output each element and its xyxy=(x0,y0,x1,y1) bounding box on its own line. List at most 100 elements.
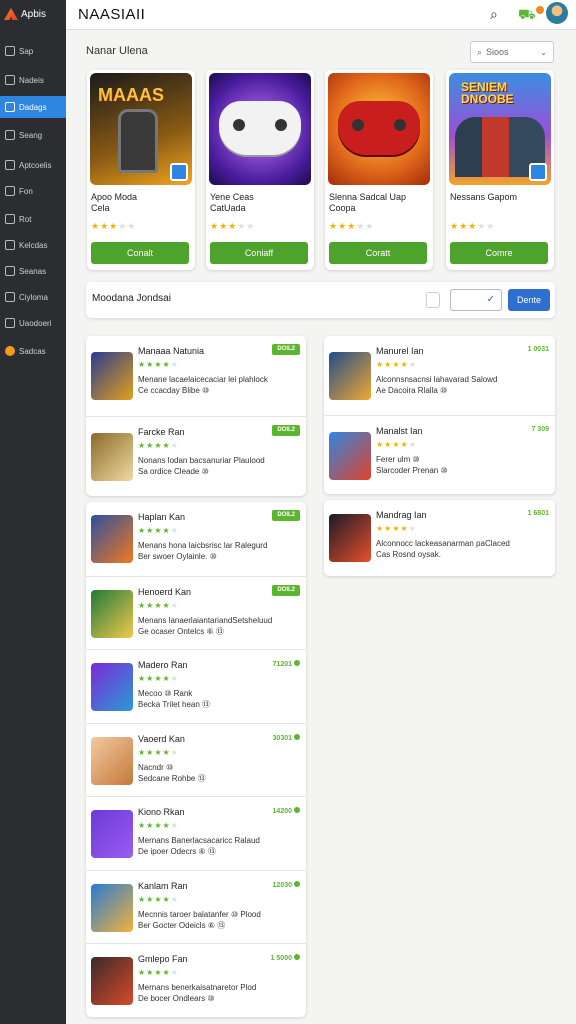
warrior-figure xyxy=(118,109,158,173)
list-item[interactable]: Vaoerd Kan ★★★★★ Nacndr ⑩ Sedcane Rohbe ⑬ 3… xyxy=(86,722,306,797)
game-thumbnail xyxy=(91,515,133,563)
status-dot-icon xyxy=(294,880,300,887)
sidebar-item[interactable]: Seanas xyxy=(0,260,66,282)
external-link-icon[interactable] xyxy=(170,163,188,181)
game-name: Farcke Ran xyxy=(138,427,185,437)
status-dot-icon xyxy=(294,660,300,666)
home-icon xyxy=(5,46,15,56)
featured-section-title: Nanar Ulena xyxy=(86,45,148,57)
featured-card[interactable]: Slenna Sadcal Uap Coopa ★★★★★ Coratt xyxy=(325,70,433,270)
list-item[interactable]: Madero Ran ★★★★★ Mecoo ⑩ Rank Becka Trilet… xyxy=(86,649,306,723)
rating-stars: ★★★★★ xyxy=(138,821,179,830)
sort-select[interactable]: ⌕ Sioos ⌄ xyxy=(470,41,554,63)
list-item[interactable]: Mandrag Ian ★★★★★ Alconnocc lackeasanarman… xyxy=(324,500,555,576)
box-icon xyxy=(5,318,15,328)
game-description: Mecnnis taroer balatanfer ⑩ Plood Ber Go… xyxy=(138,909,261,930)
game-name: Gmlepo Fan xyxy=(138,954,188,964)
list-item[interactable]: Haplan Kan ★★★★★ Menans hona laicbsrisc la… xyxy=(86,502,306,576)
sidebar-item[interactable]: Uaodoeri xyxy=(0,312,66,334)
score-value: 12030 xyxy=(272,880,300,889)
score-value: 7 309 xyxy=(531,426,549,433)
list-item[interactable]: Gmlepo Fan ★★★★★ Mernans benerkaisatnareto… xyxy=(86,943,306,1017)
game-description: Alconnocc lackeasanarman paClaced Cas Ro… xyxy=(376,539,510,559)
score-value: 71201 xyxy=(273,660,300,668)
search-icon[interactable]: ⌕ xyxy=(490,6,498,23)
featured-card-image: SENIEM DNOOBE xyxy=(449,73,551,185)
featured-card-button[interactable]: Comre xyxy=(450,242,548,264)
sidebar-item[interactable]: Sadcas xyxy=(0,340,66,362)
featured-card[interactable]: Yene Ceas CatUada ★★★★★ Coniaff xyxy=(206,70,314,270)
featured-card-button[interactable]: Coratt xyxy=(329,242,427,264)
list-item[interactable]: Farcke Ran ★★★★★ Nonans lodan bacsanuriar … xyxy=(86,416,306,496)
sidebar-item-label: Uaodoeri xyxy=(19,318,52,328)
status-badge: DOIL2 xyxy=(272,510,300,521)
featured-card-button[interactable]: Coniaff xyxy=(210,242,308,264)
featured-card-button[interactable]: Conalt xyxy=(91,242,189,264)
game-name: Kiono Rkan xyxy=(138,807,185,817)
folder-icon xyxy=(5,102,15,112)
top-bar: NAASIAII ⌕ ⛟ xyxy=(66,0,576,30)
rating-stars: ★★★★★ xyxy=(91,221,137,231)
score-text: 71201 xyxy=(272,661,292,668)
game-description: Menans hona laicbsrisc lar Ralegurd Ber … xyxy=(138,541,268,561)
sidebar-item[interactable]: Seang xyxy=(0,124,66,146)
globe-icon xyxy=(5,292,15,302)
featured-card[interactable]: MAAAS Apoo Moda Cela ★★★★★ Conalt xyxy=(87,70,195,270)
gear-icon xyxy=(5,214,15,224)
game-name: Mandrag Ian xyxy=(376,510,427,520)
sidebar-item[interactable]: Sap xyxy=(0,40,66,62)
score-value: 1 6801 xyxy=(528,510,549,517)
rating-stars: ★★★★★ xyxy=(376,524,417,533)
filter-check-input[interactable]: ✓ xyxy=(450,289,502,311)
rating-stars: ★★★★★ xyxy=(138,526,179,535)
game-name: Manaaa Natunia xyxy=(138,346,205,356)
sort-placeholder: Sioos xyxy=(486,47,509,57)
game-thumbnail xyxy=(91,663,133,711)
rating-stars: ★★★★★ xyxy=(138,600,179,610)
sidebar-item[interactable]: Nadeis xyxy=(0,69,66,91)
list-item[interactable]: Manalst Ian ★★★★★ Ferer ulm ⑩ Slarcoder Pr… xyxy=(324,415,555,494)
sidebar-item[interactable]: Kelcdas xyxy=(0,234,66,256)
list-item[interactable]: Kanlam Ran ★★★★★ Mecnnis taroer balatanfer… xyxy=(86,869,306,944)
list-item[interactable]: Kiono Rkan ★★★★★ Mernans Banerlacsacaricc … xyxy=(86,796,306,870)
cart-icon[interactable]: ⛟ xyxy=(518,6,536,25)
filter-apply-button[interactable]: Dente xyxy=(508,289,550,311)
sidebar: Apbis Sap Nadeis Dadags Seang Aptcoelis Fon Ro… xyxy=(0,0,66,1024)
list-item[interactable]: Manaaa Natunia ★★★★★ Menane lacaelaicecaci… xyxy=(86,336,306,416)
score-text: 14200 xyxy=(272,808,292,815)
sidebar-item[interactable]: Rot xyxy=(0,208,66,230)
game-name: Henoerd Kan xyxy=(138,586,192,597)
brand[interactable]: Apbis xyxy=(4,4,46,24)
score-text: 1 5000 xyxy=(270,955,292,962)
rating-stars: ★★★★★ xyxy=(138,441,179,450)
rating-stars: ★★★★★ xyxy=(138,968,179,977)
doc-icon xyxy=(5,160,15,170)
score-value: 30301 xyxy=(273,733,300,742)
score-text: 12030 xyxy=(272,881,292,889)
sidebar-item[interactable]: Aptcoelis xyxy=(0,154,66,176)
score-text: 1 6801 xyxy=(527,510,549,517)
rating-stars: ★★★★★ xyxy=(210,221,256,231)
game-list-panel: Manurel Ian ★★★★★ Alconnsnsacnsi lahavarad… xyxy=(324,336,555,494)
sidebar-item[interactable]: Ciyloma xyxy=(0,286,66,308)
rating-stars: ★★★★★ xyxy=(138,360,179,369)
notification-badge xyxy=(536,6,544,14)
rating-stars: ★★★★★ xyxy=(138,894,179,904)
avatar[interactable] xyxy=(546,2,568,24)
featured-card[interactable]: SENIEM DNOOBE Nessans Gapom ★★★★★ Comre xyxy=(446,70,554,270)
featured-card-image xyxy=(209,73,311,185)
sidebar-item[interactable]: Dadags xyxy=(0,96,66,118)
game-description: Menans lanaerlaiantariandSetsheluud Ge o… xyxy=(138,615,273,636)
sidebar-item[interactable]: Fon xyxy=(0,180,66,202)
game-thumbnail xyxy=(91,883,133,932)
list-icon xyxy=(5,240,15,250)
external-link-icon[interactable] xyxy=(529,163,547,181)
filter-icon[interactable] xyxy=(426,292,440,308)
list-item[interactable]: Henoerd Kan ★★★★★ Menans lanaerlaiantarian… xyxy=(86,575,306,650)
list-item[interactable]: Manurel Ian ★★★★★ Alconnsnsacnsi lahavarad… xyxy=(324,336,555,415)
search-icon: ⌕ xyxy=(477,46,483,57)
game-description: Mernans Banerlacsacaricc Ralaud De ipoer… xyxy=(138,836,260,856)
game-name: Vaoerd Kan xyxy=(138,733,185,744)
image-logo-text: MAAAS xyxy=(98,85,164,105)
chevron-down-icon: ⌄ xyxy=(540,47,547,57)
